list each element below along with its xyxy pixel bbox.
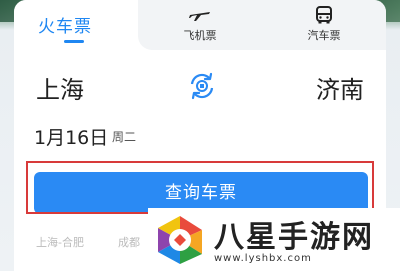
- site-watermark: 八星手游网 www.lyshbx.com: [148, 208, 400, 271]
- tab-flight-label: 飞机票: [183, 29, 217, 42]
- watermark-logo-icon: [154, 214, 206, 270]
- tab-bus-label: 汽车票: [307, 29, 341, 42]
- bus-icon: [315, 6, 333, 28]
- history-item[interactable]: 上海-合肥: [36, 234, 84, 250]
- departure-city[interactable]: 上海: [36, 70, 84, 105]
- history-item[interactable]: 成都: [118, 234, 140, 250]
- tab-bus[interactable]: 汽车票: [262, 0, 386, 50]
- arrival-city[interactable]: 济南: [316, 70, 364, 105]
- tab-train[interactable]: 火车票: [14, 0, 138, 50]
- airplane-icon: [189, 6, 211, 26]
- ticket-type-tabs: 飞机票 汽车票 火车票: [14, 0, 386, 50]
- swap-icon[interactable]: [186, 70, 218, 102]
- highlight-box: [26, 161, 374, 214]
- tab-flight[interactable]: 飞机票: [138, 0, 262, 50]
- tab-train-label: 火车票: [38, 17, 92, 37]
- watermark-url: www.lyshbx.com: [214, 253, 312, 264]
- departure-weekday: 周二: [112, 130, 137, 144]
- departure-date[interactable]: 1月16日: [34, 123, 108, 150]
- watermark-title: 八星手游网: [214, 220, 374, 255]
- active-tab-indicator: [64, 40, 84, 43]
